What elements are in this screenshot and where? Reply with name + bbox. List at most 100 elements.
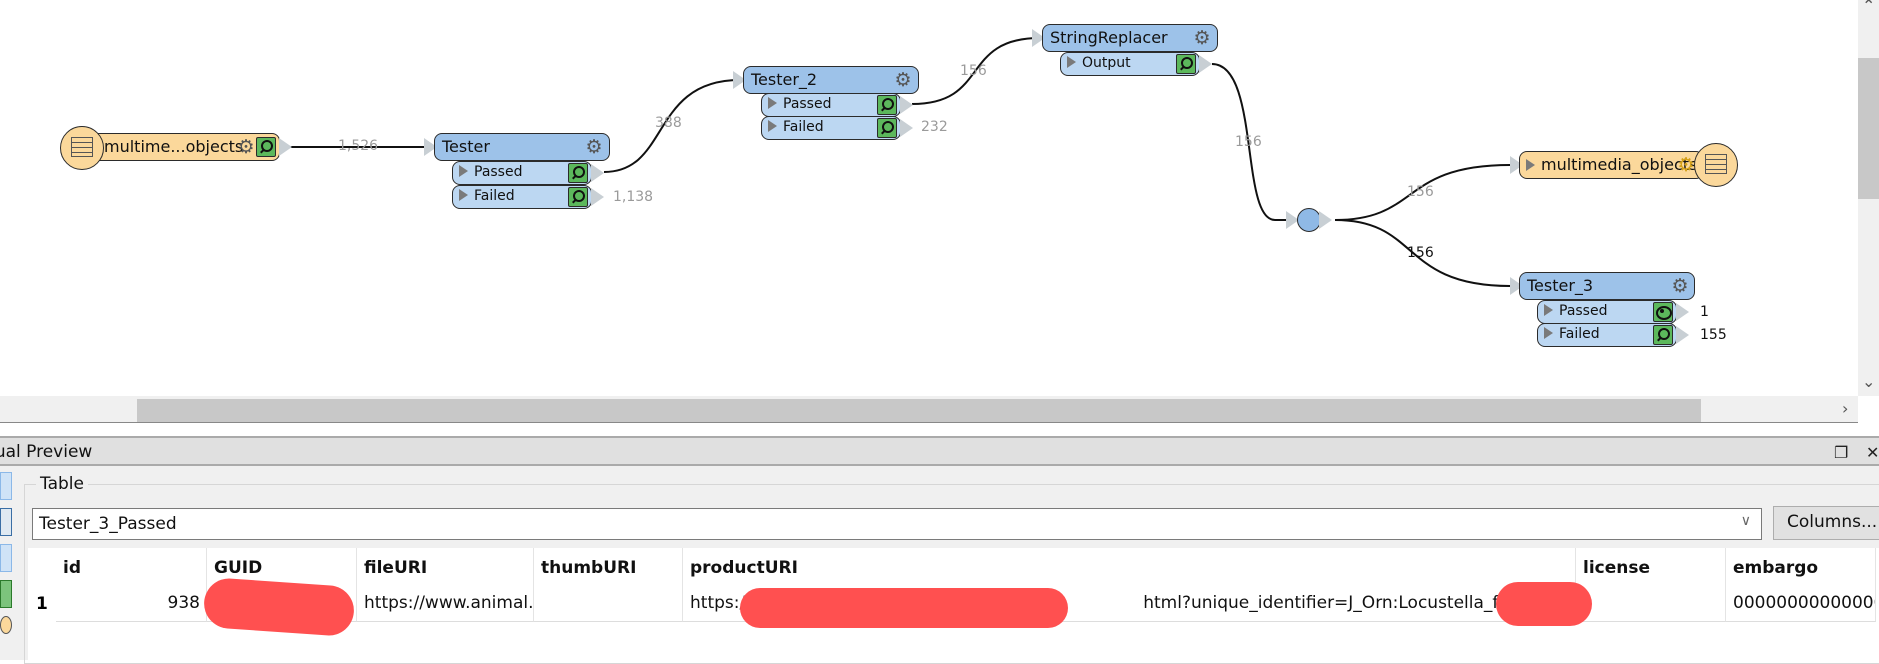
gear-icon[interactable]: ⚙	[584, 137, 604, 157]
restore-icon[interactable]: ❐	[1834, 443, 1848, 462]
column-header-thumburi[interactable]: thumbURI	[534, 548, 683, 586]
row-number[interactable]: 1	[28, 586, 56, 622]
display-view-icon[interactable]	[0, 508, 12, 536]
expand-triangle-icon[interactable]	[1544, 327, 1553, 339]
port-label: Failed	[474, 188, 515, 204]
output-port-icon[interactable]	[1676, 303, 1689, 321]
redaction-mark	[740, 588, 1068, 628]
cell-license[interactable]	[1576, 586, 1726, 622]
output-port-icon[interactable]	[1199, 55, 1212, 73]
close-icon[interactable]: ✕	[1866, 443, 1879, 462]
horizontal-scroll-thumb[interactable]	[137, 399, 1701, 422]
reader-icon	[60, 126, 104, 170]
gear-icon[interactable]: ⚙	[893, 70, 913, 90]
feature-count: 1	[1700, 304, 1709, 320]
cell-fileuri[interactable]: https://www.animal...	[357, 586, 534, 622]
column-header-embargo[interactable]: embargo	[1726, 548, 1876, 586]
vertical-scrollbar[interactable]: ⌃ ⌄	[1858, 0, 1879, 396]
panel-title-bar: Visual Preview ❐ ✕	[0, 436, 1879, 466]
table-select-dropdown[interactable]: Tester_3_Passed ∨	[32, 508, 1762, 540]
producturi-prefix: https:/	[690, 593, 746, 613]
cell-thumburi[interactable]	[534, 586, 683, 622]
inspect-icon[interactable]	[1653, 325, 1673, 345]
inspect-eye-icon[interactable]	[1653, 302, 1673, 322]
visual-preview-panel: Visual Preview ❐ ✕ Table Tester_3_Passed…	[0, 436, 1879, 664]
transformer-label: StringReplacer	[1050, 28, 1168, 47]
output-port-icon[interactable]	[279, 138, 292, 156]
redaction-mark	[202, 576, 356, 638]
expand-triangle-icon[interactable]	[459, 189, 468, 201]
scroll-up-icon[interactable]: ⌃	[1862, 0, 1875, 15]
port-label: Output	[1082, 55, 1131, 71]
port-label: Passed	[1559, 303, 1608, 319]
redaction-mark	[1496, 582, 1592, 626]
feature-count: 156	[1235, 134, 1262, 150]
gear-icon[interactable]: ⚙	[1676, 155, 1696, 175]
workspace-canvas[interactable]: multime...objects ⚙ 1,526 Tester ⚙ Passe…	[0, 0, 1858, 396]
column-header-license[interactable]: license	[1576, 548, 1726, 586]
scroll-right-icon[interactable]: ›	[1842, 399, 1848, 418]
vertical-scroll-thumb[interactable]	[1858, 58, 1879, 199]
inspect-icon[interactable]	[1176, 54, 1196, 74]
selected-table: Tester_3_Passed	[39, 514, 177, 534]
table-view-icon[interactable]	[0, 544, 12, 572]
inspect-icon[interactable]	[877, 95, 897, 115]
column-header-fileuri[interactable]: fileURI	[357, 548, 534, 586]
transformer-tester-3[interactable]: Tester_3	[1519, 272, 1695, 300]
preview-toolbar	[0, 468, 20, 660]
inspect-icon[interactable]	[568, 187, 588, 207]
table-group-label: Table	[36, 474, 88, 494]
expand-triangle-icon[interactable]	[1526, 159, 1535, 171]
column-header-id[interactable]: id	[56, 548, 207, 586]
feature-count: 232	[921, 119, 948, 135]
output-port-icon[interactable]	[900, 119, 913, 137]
scroll-down-icon[interactable]: ⌄	[1862, 372, 1875, 391]
inspect-icon[interactable]	[877, 118, 897, 138]
gear-icon[interactable]: ⚙	[1192, 28, 1212, 48]
port-label: Failed	[1559, 326, 1600, 342]
table-icon	[71, 137, 93, 157]
feature-count: 156	[1407, 245, 1434, 261]
inspect-icon[interactable]	[568, 163, 588, 183]
panel-title: Visual Preview	[0, 442, 93, 462]
writer-icon	[1694, 143, 1738, 187]
gear-icon[interactable]: ⚙	[236, 137, 256, 157]
output-port-icon[interactable]	[1319, 211, 1332, 229]
port-label: Failed	[783, 119, 824, 135]
feature-count: 155	[1700, 327, 1727, 343]
columns-button[interactable]: Columns...	[1773, 506, 1879, 540]
transformer-label: Tester_2	[751, 70, 818, 89]
inspect-view-icon[interactable]	[0, 580, 12, 608]
feature-count: 388	[655, 115, 682, 131]
port-label: Passed	[783, 96, 832, 112]
reader-label: multime...objects	[104, 137, 244, 156]
feature-count: 1,526	[338, 138, 379, 154]
column-header-producturi[interactable]: productURI	[683, 548, 1576, 586]
expand-triangle-icon[interactable]	[1544, 304, 1553, 316]
feature-info-icon[interactable]	[0, 616, 12, 634]
feature-count: 1,138	[613, 189, 654, 205]
expand-triangle-icon[interactable]	[768, 120, 777, 132]
output-port-icon[interactable]	[591, 164, 604, 182]
expand-triangle-icon[interactable]	[768, 97, 777, 109]
gear-icon[interactable]: ⚙	[1670, 276, 1690, 296]
table-icon	[1705, 154, 1727, 174]
writer-label: multimedia_objects	[1541, 155, 1698, 174]
feature-count: 156	[960, 63, 987, 79]
chevron-down-icon[interactable]: ∨	[1741, 513, 1751, 529]
transformer-label: Tester	[442, 137, 490, 156]
data-table[interactable]: id GUID fileURI thumbURI productURI lice…	[28, 548, 1879, 660]
output-port-icon[interactable]	[1676, 326, 1689, 344]
select-tool-icon[interactable]	[0, 472, 12, 500]
transformer-label: Tester_3	[1527, 276, 1594, 295]
junction[interactable]	[1297, 208, 1321, 232]
expand-triangle-icon[interactable]	[459, 165, 468, 177]
cell-id[interactable]: 938	[56, 586, 207, 622]
output-port-icon[interactable]	[591, 188, 604, 206]
inspect-icon[interactable]	[256, 137, 276, 157]
expand-triangle-icon[interactable]	[1067, 56, 1076, 68]
horizontal-scrollbar[interactable]: ›	[0, 396, 1858, 423]
feature-count: 156	[1407, 184, 1434, 200]
output-port-icon[interactable]	[900, 96, 913, 114]
cell-embargo[interactable]: 00000000000000	[1726, 586, 1876, 622]
